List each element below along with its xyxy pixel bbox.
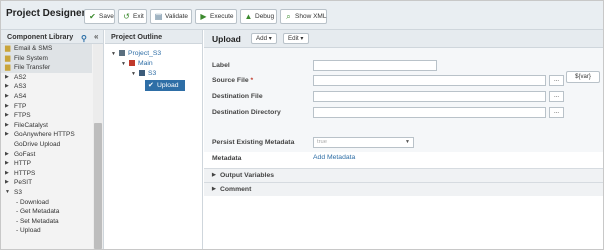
edit-dropdown-button[interactable]: Edit ▾: [283, 33, 309, 44]
task-form: Label Source File * ... Destination File…: [204, 48, 603, 152]
folder-open-icon: ▆: [5, 64, 11, 72]
library-item[interactable]: ▶ HTTPS: [1, 169, 92, 179]
tree-node-project[interactable]: ▼ Project_S3: [111, 49, 161, 59]
collapse-arrow-icon: ▼: [121, 61, 126, 67]
library-item[interactable]: ▶ AS2: [1, 73, 92, 83]
destination-file-field[interactable]: [313, 91, 546, 102]
expand-arrow-icon: ▶: [5, 179, 9, 186]
library-item[interactable]: ▶ AS3: [1, 82, 92, 92]
library-item[interactable]: - Get Metadata: [1, 207, 92, 217]
task-editor-header: Upload Add ▾ Edit ▾: [204, 30, 603, 48]
expand-arrow-icon: ▶: [5, 150, 9, 157]
debug-button[interactable]: ▲ Debug: [240, 9, 277, 24]
expand-arrow-icon: ▶: [5, 112, 9, 119]
top-toolbar: Project Designer ✔ Save ↺ Exit ▤ Validat…: [1, 1, 603, 30]
source-file-browse-button[interactable]: ...: [549, 75, 564, 86]
folder-icon: ▆: [5, 54, 11, 62]
save-button[interactable]: ✔ Save: [84, 9, 115, 24]
play-icon: ▶: [200, 12, 207, 21]
source-file-label: Source File *: [212, 77, 254, 84]
project-outline-panel: Project Outline ▼ Project_S3 ▼ Main ▼ S3 ✔ …: [105, 30, 203, 249]
expand-arrow-icon: ▶: [212, 172, 216, 178]
library-item[interactable]: ▶ PeSIT: [1, 178, 92, 188]
expand-arrow-icon: ▶: [5, 83, 9, 90]
library-scrollbar-thumb[interactable]: [94, 123, 102, 249]
add-dropdown-button[interactable]: Add ▾: [251, 33, 277, 44]
source-file-field[interactable]: [313, 75, 546, 86]
component-library-list: ▆ Email & SMS ▆ File System ▆ File Transfer…: [1, 44, 92, 236]
label-field-label: Label: [212, 62, 230, 69]
exit-icon: ↺: [123, 12, 130, 21]
expand-arrow-icon: ▶: [5, 92, 9, 99]
library-item[interactable]: - Set Metadata: [1, 217, 92, 227]
expand-arrow-icon: ▶: [212, 186, 216, 192]
destination-directory-field[interactable]: [313, 107, 546, 118]
expand-arrow-icon: ▶: [5, 131, 9, 138]
library-item[interactable]: ▶ FTP: [1, 102, 92, 112]
project-icon: [118, 50, 125, 57]
output-variables-section[interactable]: ▶ Output Variables: [204, 168, 603, 182]
library-item[interactable]: ▶ FTPS: [1, 111, 92, 121]
library-item[interactable]: - Upload: [1, 226, 92, 236]
task-editor-panel: Upload Add ▾ Edit ▾ Label Source File * …: [204, 30, 603, 249]
checkmark-icon: ✔: [89, 12, 96, 21]
variable-button[interactable]: ${var}: [566, 71, 600, 83]
expand-arrow-icon: ▶: [5, 121, 9, 128]
expand-arrow-icon: ▶: [5, 102, 9, 109]
folder-icon: ▆: [5, 45, 11, 52]
collapse-arrow-icon: ▼: [131, 71, 136, 77]
library-item[interactable]: ▶ AS4: [1, 92, 92, 102]
library-item[interactable]: ▆ File Transfer: [1, 63, 92, 73]
library-item[interactable]: ▶ FileCatalyst: [1, 121, 92, 131]
expand-arrow-icon: ▶: [5, 169, 9, 176]
task-icon: [138, 70, 145, 77]
destination-directory-browse-button[interactable]: ...: [549, 107, 564, 118]
project-outline-header: Project Outline: [105, 30, 202, 44]
module-icon: [128, 60, 135, 67]
add-metadata-link[interactable]: Add Metadata: [313, 154, 355, 161]
collapse-arrow-icon: ▼: [5, 188, 10, 195]
validate-icon: ▤: [154, 12, 163, 21]
chevron-down-icon: ▾: [300, 35, 304, 42]
checkmark-icon: ✔: [148, 82, 154, 89]
required-asterisk: *: [250, 77, 254, 84]
collapse-arrow-icon: ▼: [111, 51, 116, 57]
execute-button[interactable]: ▶ Execute: [195, 9, 237, 24]
destination-directory-label: Destination Directory: [212, 109, 281, 116]
tree-node-task[interactable]: ▼ S3: [131, 69, 156, 79]
collapse-icon[interactable]: «: [94, 30, 98, 44]
label-field[interactable]: [313, 60, 437, 71]
chevron-down-icon: ▼: [405, 139, 410, 145]
library-item[interactable]: ▶ GoAnywhere HTTPS: [1, 130, 92, 140]
tree-node-module[interactable]: ▼ Main: [121, 59, 153, 69]
library-item[interactable]: ▶ GoFast: [1, 150, 92, 160]
component-library-header: Component Library ⚲ «: [1, 30, 103, 44]
tree-node-upload-selected[interactable]: ✔ Upload: [145, 80, 185, 91]
show-xml-button[interactable]: ⌕ Show XML: [280, 9, 327, 24]
persist-metadata-select[interactable]: true: [313, 137, 414, 148]
comment-section[interactable]: ▶ Comment: [204, 182, 603, 196]
destination-file-label: Destination File: [212, 93, 263, 100]
library-item[interactable]: ▶ HTTP: [1, 159, 92, 169]
library-item[interactable]: GoDrive Upload: [1, 140, 92, 150]
metadata-label: Metadata: [212, 155, 242, 162]
chevron-down-icon: ▾: [268, 35, 272, 42]
library-item[interactable]: ▼ S3: [1, 188, 92, 198]
destination-file-browse-button[interactable]: ...: [549, 91, 564, 102]
expand-arrow-icon: ▶: [5, 160, 9, 167]
exit-button[interactable]: ↺ Exit: [118, 9, 147, 24]
library-item[interactable]: ▆ File System: [1, 53, 92, 64]
bug-icon: ▲: [244, 12, 253, 21]
library-item[interactable]: - Download: [1, 198, 92, 208]
validate-button[interactable]: ▤ Validate: [150, 9, 192, 24]
library-item[interactable]: ▆ Email & SMS: [1, 44, 92, 54]
app-title: Project Designer: [6, 8, 86, 19]
expand-arrow-icon: ▶: [5, 73, 9, 80]
persist-metadata-label: Persist Existing Metadata: [212, 139, 295, 146]
component-library-panel: Component Library ⚲ « ▆ Email & SMS ▆ File…: [1, 30, 104, 249]
task-editor-title: Upload: [212, 34, 241, 44]
search-icon: ⌕: [286, 12, 291, 21]
